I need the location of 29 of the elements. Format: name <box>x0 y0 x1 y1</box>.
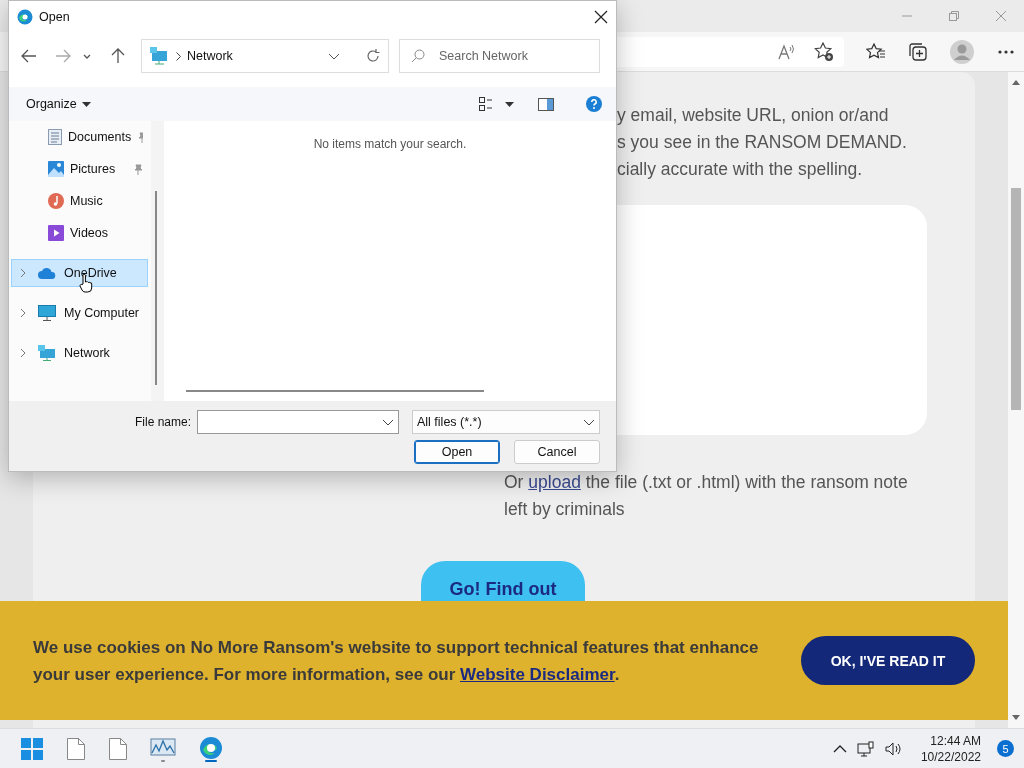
clock-time[interactable]: 12:44 AM <box>930 732 981 749</box>
nav-item[interactable]: Network <box>11 339 148 367</box>
instruction-text: y email, website URL, onion or/and <box>617 104 889 127</box>
cookie-message: We use cookies on No More Ransom's website to support technical features that enhance your user experience. For more information, see our Website Disclaimer. <box>33 636 760 686</box>
nav-item[interactable]: OneDrive <box>11 259 148 287</box>
nav-item[interactable]: Documents <box>11 123 148 151</box>
empty-message: No items match your search. <box>313 137 467 151</box>
nav-item[interactable]: Music <box>11 187 148 215</box>
clock-date[interactable]: 10/22/2022 <box>920 748 981 765</box>
instruction-text: cially accurate with the spelling. <box>617 158 863 181</box>
search-field[interactable]: Search Network <box>399 39 600 73</box>
address-field[interactable]: Network <box>141 39 389 73</box>
notification-badge[interactable]: 5 <box>997 740 1014 757</box>
cancel-button[interactable]: Cancel <box>514 440 600 464</box>
upload-note: Or upload the file (.txt or .html) with the ransom note left by criminals <box>504 471 909 521</box>
nav-item[interactable]: Videos <box>11 219 148 247</box>
find-out-button[interactable]: Go! Find out <box>421 561 585 601</box>
address-text: Network <box>187 49 233 63</box>
instruction-text: s you see in the RANSOM DEMAND. <box>617 131 907 154</box>
open-button[interactable]: Open <box>414 440 500 464</box>
nav-item[interactable]: Pictures <box>11 155 148 183</box>
accept-cookies-button[interactable]: OK, I'VE READ IT <box>801 636 975 685</box>
file-name-label: File name: <box>134 415 191 429</box>
disclaimer-link[interactable]: Website Disclaimer <box>460 664 615 684</box>
file-type-dropdown[interactable]: All files (*.*) <box>412 410 600 434</box>
dialog-title: Open <box>39 10 70 24</box>
nav-item[interactable]: My Computer <box>11 299 148 327</box>
organize-menu[interactable]: Organize <box>26 97 91 111</box>
upload-link[interactable]: upload <box>528 472 581 492</box>
